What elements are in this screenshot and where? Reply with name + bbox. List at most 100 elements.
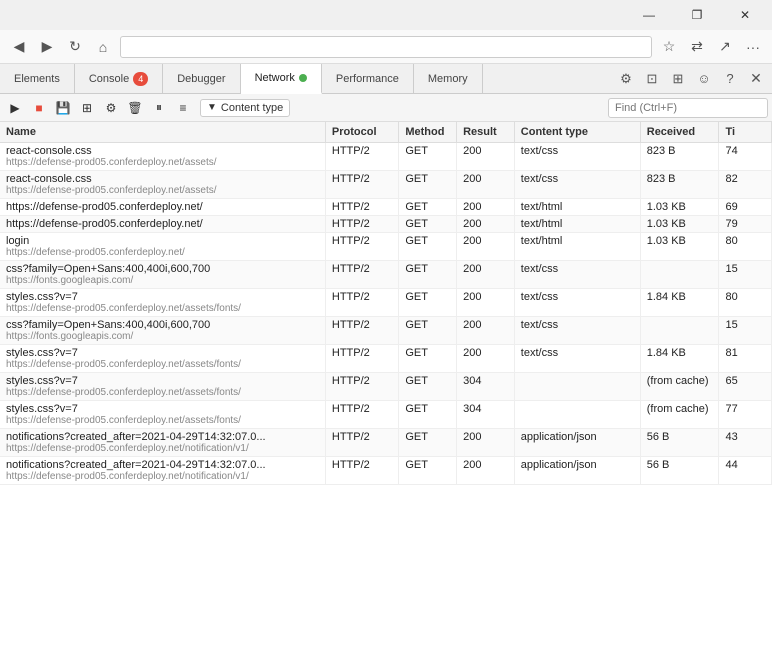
cell-name: styles.css?v=7 https://defense-prod05.co… (0, 345, 325, 373)
cell-time: 15 (719, 261, 772, 289)
table-row[interactable]: styles.css?v=7 https://defense-prod05.co… (0, 289, 772, 317)
table-row[interactable]: react-console.css https://defense-prod05… (0, 171, 772, 199)
cell-received: 1.03 KB (640, 216, 719, 233)
tab-bar-actions: ⚙ ⊡ ⊞ ☺ ? ✕ (614, 67, 772, 91)
col-header-content-type[interactable]: Content type (514, 122, 640, 143)
bookmark-icon[interactable]: ☆ (658, 36, 680, 58)
request-url: https://defense-prod05.conferdeploy.net/… (6, 387, 296, 398)
search-box[interactable] (608, 98, 768, 118)
cell-content-type (514, 401, 640, 429)
dock-icon[interactable]: ⊡ (640, 67, 664, 91)
table-row[interactable]: https://defense-prod05.conferdeploy.net/… (0, 199, 772, 216)
settings2-icon[interactable]: ⚙ (100, 97, 122, 119)
col-header-name[interactable]: Name (0, 122, 325, 143)
tab-debugger[interactable]: Debugger (163, 64, 240, 94)
table-row[interactable]: styles.css?v=7 https://defense-prod05.co… (0, 373, 772, 401)
garbage-icon[interactable]: 🗑 (124, 97, 146, 119)
request-name: login (6, 235, 319, 247)
request-url: https://defense-prod05.conferdeploy.net/… (6, 185, 296, 196)
stop-button[interactable]: ■ (28, 97, 50, 119)
cell-content-type: text/html (514, 233, 640, 261)
fullscreen-icon[interactable]: ⊞ (666, 67, 690, 91)
cell-name: styles.css?v=7 https://defense-prod05.co… (0, 401, 325, 429)
forward-icon[interactable]: ▶ (36, 36, 58, 58)
tab-memory[interactable]: Memory (414, 64, 483, 94)
cell-method: GET (399, 289, 457, 317)
cell-result: 200 (457, 429, 515, 457)
cell-received: (from cache) (640, 373, 719, 401)
content-type-filter[interactable]: ▼ Content type (200, 99, 290, 117)
col-header-result[interactable]: Result (457, 122, 515, 143)
restore-button[interactable]: ❐ (674, 0, 720, 30)
tab-console[interactable]: Console 4 (75, 64, 163, 94)
cell-received: 823 B (640, 171, 719, 199)
cell-protocol: HTTP/2 (325, 289, 398, 317)
col-header-protocol[interactable]: Protocol (325, 122, 398, 143)
col-header-time[interactable]: Ti (719, 122, 772, 143)
request-name: react-console.css (6, 145, 319, 157)
save-button[interactable]: 💾 (52, 97, 74, 119)
cell-name: react-console.css https://defense-prod05… (0, 171, 325, 199)
table-row[interactable]: styles.css?v=7 https://defense-prod05.co… (0, 401, 772, 429)
tab-network[interactable]: Network (241, 64, 322, 94)
col-header-received[interactable]: Received (640, 122, 719, 143)
cell-method: GET (399, 143, 457, 171)
back-icon[interactable]: ◀ (8, 36, 30, 58)
cell-time: 81 (719, 345, 772, 373)
tab-elements[interactable]: Elements (0, 64, 75, 94)
cell-time: 77 (719, 401, 772, 429)
sync-icon[interactable]: ⇄ (686, 36, 708, 58)
table-row[interactable]: notifications?created_after=2021-04-29T1… (0, 429, 772, 457)
more-icon[interactable]: ··· (742, 36, 764, 58)
settings-icon[interactable]: ⚙ (614, 67, 638, 91)
table-row[interactable]: https://defense-prod05.conferdeploy.net/… (0, 216, 772, 233)
cell-time: 65 (719, 373, 772, 401)
cell-result: 200 (457, 261, 515, 289)
smiley-icon[interactable]: ☺ (692, 67, 716, 91)
col-header-method[interactable]: Method (399, 122, 457, 143)
import-button[interactable]: ⊞ (76, 97, 98, 119)
pause-icon[interactable]: ⏸ (148, 97, 170, 119)
cell-content-type: text/css (514, 345, 640, 373)
filter-icon[interactable]: ≡ (172, 97, 194, 119)
devtools-close-icon[interactable]: ✕ (744, 67, 768, 91)
cell-time: 43 (719, 429, 772, 457)
cell-content-type: text/css (514, 317, 640, 345)
address-bar[interactable] (120, 36, 652, 58)
help-icon[interactable]: ? (718, 67, 742, 91)
table-row[interactable]: css?family=Open+Sans:400,400i,600,700 ht… (0, 261, 772, 289)
minimize-button[interactable]: — (626, 0, 672, 30)
cell-time: 80 (719, 289, 772, 317)
share-icon[interactable]: ↗ (714, 36, 736, 58)
home-icon[interactable]: ⌂ (92, 36, 114, 58)
request-name: css?family=Open+Sans:400,400i,600,700 (6, 319, 319, 331)
search-input[interactable] (615, 102, 761, 114)
request-name: styles.css?v=7 (6, 291, 319, 303)
table-row[interactable]: react-console.css https://defense-prod05… (0, 143, 772, 171)
cell-result: 200 (457, 199, 515, 216)
cell-received (640, 317, 719, 345)
table-row[interactable]: css?family=Open+Sans:400,400i,600,700 ht… (0, 317, 772, 345)
cell-received: 56 B (640, 429, 719, 457)
request-url: https://defense-prod05.conferdeploy.net/… (6, 157, 296, 168)
table-row[interactable]: login https://defense-prod05.conferdeplo… (0, 233, 772, 261)
cell-name: react-console.css https://defense-prod05… (0, 143, 325, 171)
table-row[interactable]: styles.css?v=7 https://defense-prod05.co… (0, 345, 772, 373)
cell-time: 74 (719, 143, 772, 171)
cell-name: https://defense-prod05.conferdeploy.net/ (0, 216, 325, 233)
tab-performance[interactable]: Performance (322, 64, 414, 94)
close-button[interactable]: ✕ (722, 0, 768, 30)
cell-protocol: HTTP/2 (325, 345, 398, 373)
table-row[interactable]: notifications?created_after=2021-04-29T1… (0, 457, 772, 485)
cell-content-type: application/json (514, 457, 640, 485)
filter-label-text: Content type (221, 102, 283, 114)
devtools-tab-bar: Elements Console 4 Debugger Network Perf… (0, 64, 772, 94)
cell-protocol: HTTP/2 (325, 233, 398, 261)
play-button[interactable]: ▶ (4, 97, 26, 119)
refresh-icon[interactable]: ↻ (64, 36, 86, 58)
request-name: styles.css?v=7 (6, 347, 319, 359)
cell-protocol: HTTP/2 (325, 216, 398, 233)
cell-name: https://defense-prod05.conferdeploy.net/ (0, 199, 325, 216)
cell-content-type: text/css (514, 143, 640, 171)
cell-time: 80 (719, 233, 772, 261)
